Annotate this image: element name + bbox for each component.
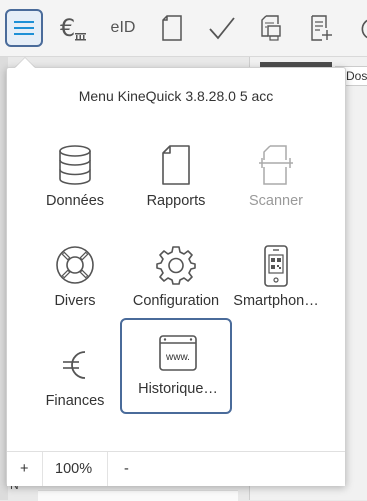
- zoom-in-button[interactable]: +: [20, 452, 28, 486]
- checkmark-icon: [209, 17, 235, 40]
- eid-icon: eID: [110, 19, 136, 36]
- menu-item-donnees[interactable]: Données: [19, 130, 131, 226]
- main-toolbar: € eID: [0, 0, 367, 57]
- smartphone-icon: [264, 245, 288, 287]
- menu-item-label: Configuration: [132, 293, 220, 309]
- zoom-level: 100%: [55, 461, 93, 477]
- form-button[interactable]: [302, 9, 340, 47]
- footer-divider: [107, 452, 108, 486]
- menu-item-label: Rapports: [146, 193, 206, 209]
- report-document-icon: [162, 145, 190, 185]
- menu-item-historique[interactable]: www. Historique…: [120, 318, 232, 414]
- menu-footer: + 100% -: [7, 451, 345, 486]
- more-button[interactable]: [352, 9, 367, 47]
- menu-item-divers[interactable]: Divers: [19, 230, 131, 326]
- menu-item-rapports[interactable]: Rapports: [120, 130, 232, 226]
- euro-icon: [63, 351, 86, 379]
- menu-item-label: Smartphon…: [233, 293, 319, 309]
- document-icon: [162, 15, 182, 41]
- print-button[interactable]: [252, 9, 290, 47]
- lifebuoy-icon: [56, 246, 94, 284]
- scanner-icon: [259, 145, 293, 185]
- eid-button[interactable]: eID: [104, 9, 142, 47]
- menu-item-label: Divers: [54, 293, 96, 309]
- svg-text:www.: www.: [165, 352, 190, 363]
- euro-bank-icon: €: [60, 14, 86, 42]
- main-menu-popup: Menu KineQuick 3.8.28.0 5 acc Données Ra…: [6, 67, 346, 486]
- footer-divider: [42, 452, 43, 486]
- menu-item-configuration[interactable]: Configuration: [120, 230, 232, 326]
- menu-item-finances[interactable]: Finances: [19, 330, 131, 426]
- menu-title: Menu KineQuick 3.8.28.0 5 acc: [78, 88, 274, 104]
- menu-item-label: Scanner: [248, 193, 303, 209]
- history-browser-icon: www.: [159, 335, 197, 371]
- menu-button[interactable]: [5, 9, 43, 47]
- menu-item-smartphone[interactable]: Smartphon…: [220, 230, 332, 326]
- zoom-out-button[interactable]: -: [124, 452, 129, 486]
- menu-item-label: Données: [45, 193, 105, 209]
- svg-text:€: €: [60, 14, 75, 42]
- background-list-row: [38, 490, 238, 501]
- finance-button[interactable]: €: [54, 9, 92, 47]
- database-icon: [59, 145, 91, 185]
- validate-button[interactable]: [203, 9, 241, 47]
- document-button[interactable]: [153, 9, 191, 47]
- partial-icon: [361, 19, 367, 39]
- popup-arrow: [15, 58, 35, 68]
- menu-item-label: Historique…: [138, 381, 218, 397]
- print-document-icon: [261, 15, 281, 41]
- menu-item-scanner: Scanner: [220, 130, 332, 226]
- menu-item-label: Finances: [45, 393, 105, 409]
- form-document-icon: [311, 15, 332, 41]
- menu-icon: [14, 21, 34, 35]
- gear-icon: [156, 246, 196, 285]
